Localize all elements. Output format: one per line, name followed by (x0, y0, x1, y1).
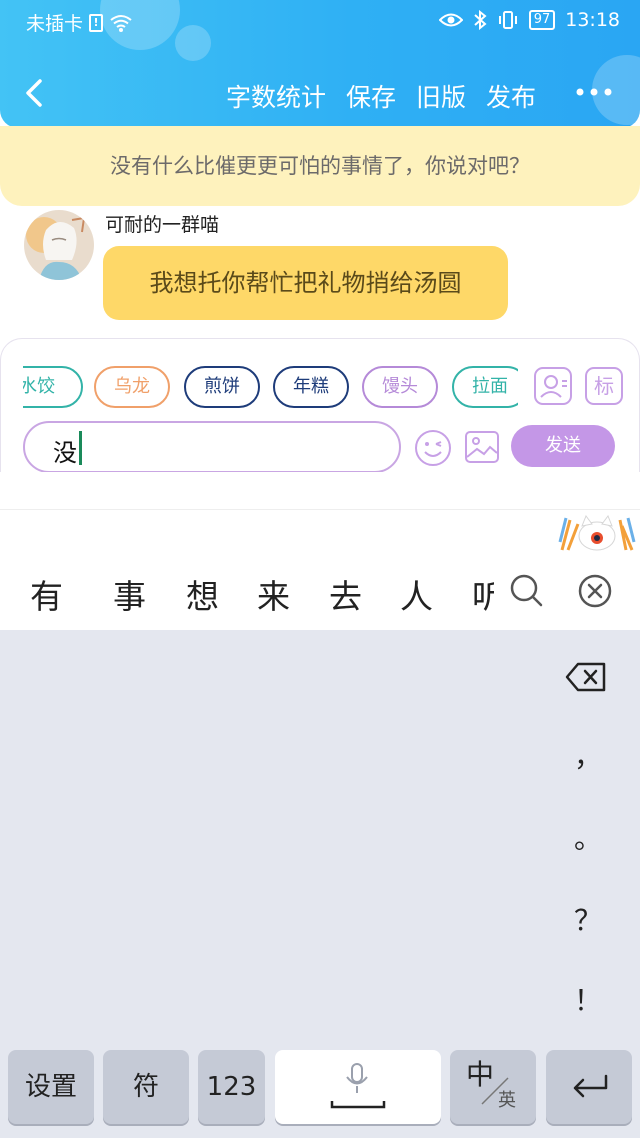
battery-icon: 97 (528, 10, 556, 30)
key-period[interactable]: 。 (538, 814, 638, 864)
candidate-overflow: 听 (472, 570, 494, 620)
old-version-button[interactable]: 旧版 (416, 78, 466, 114)
publish-button[interactable]: 发布 (486, 78, 536, 114)
enter-icon (573, 1074, 608, 1098)
input-value: 没 (53, 439, 77, 467)
quick-tag[interactable]: 馒头 (362, 366, 438, 408)
send-button[interactable]: 发送 (511, 425, 615, 467)
carrier-label: 未插卡 (26, 13, 84, 35)
quick-tag-list: 水饺 乌龙 煎饼 年糕 馒头 拉面 (23, 366, 518, 408)
message-bubble: 我想托你帮忙把礼物捎给汤圆 (103, 246, 508, 320)
eye-icon (438, 13, 463, 27)
vibrate-icon (498, 11, 517, 29)
avatar[interactable] (24, 210, 94, 280)
compose-panel: 水饺 乌龙 煎饼 年糕 馒头 拉面 标 没 发送 (0, 338, 640, 472)
language-switch-key[interactable]: 中 英 (450, 1050, 536, 1124)
wifi-icon (110, 14, 132, 32)
slash-divider (481, 1077, 509, 1105)
candidate-word[interactable]: 事 (113, 570, 146, 618)
status-bar: 未插卡 ! 97 13:18 (0, 0, 640, 44)
sim-alert-icon: ! (89, 13, 104, 32)
microphone-icon (346, 1063, 368, 1093)
quick-tag[interactable]: 乌龙 (94, 366, 170, 408)
search-icon[interactable] (508, 572, 544, 608)
notice-banner: 没有什么比催更更可怕的事情了，你说对吧？ (0, 126, 640, 206)
sender-name: 可耐的一群喵 (105, 214, 220, 236)
more-dots-icon[interactable] (574, 80, 614, 104)
quick-tag[interactable]: 拉面 (452, 366, 518, 408)
chevron-left-icon[interactable] (20, 78, 50, 108)
quick-tag[interactable]: 年糕 (273, 366, 349, 408)
image-icon[interactable] (464, 429, 500, 465)
space-bar-icon (330, 1101, 386, 1109)
quick-tag[interactable]: 水饺 (23, 366, 83, 408)
text-caret (79, 431, 82, 465)
ime-mascot-icon[interactable] (556, 512, 638, 554)
candidate-word[interactable]: 有 (30, 570, 63, 618)
compose-footer (0, 472, 640, 510)
candidate-word[interactable]: 想 (186, 570, 219, 618)
key-exclamation[interactable]: ！ (538, 976, 638, 1026)
numbers-key[interactable]: 123 (198, 1050, 265, 1124)
bluetooth-icon (474, 10, 487, 30)
candidate-word[interactable]: 人 (400, 570, 433, 618)
emoji-icon[interactable] (414, 429, 452, 467)
close-circle-icon[interactable] (578, 574, 612, 608)
message-input[interactable]: 没 (23, 421, 401, 472)
save-button[interactable]: 保存 (346, 78, 396, 114)
symbols-key[interactable]: 符 (103, 1050, 189, 1124)
quick-tag[interactable]: 煎饼 (184, 366, 260, 408)
settings-key[interactable]: 设置 (8, 1050, 94, 1124)
clock: 13:18 (565, 9, 620, 31)
candidate-word[interactable]: 去 (329, 570, 362, 618)
candidate-word[interactable]: 来 (257, 570, 290, 618)
key-comma[interactable]: ， (538, 732, 638, 782)
candidate-word[interactable]: 听 (472, 570, 494, 618)
word-count-button[interactable]: 字数统计 (226, 78, 326, 114)
key-question[interactable]: ？ (538, 896, 638, 946)
backspace-icon[interactable] (564, 660, 608, 694)
app-header: 未插卡 ! 97 13:18 字数统计 保存 旧版 发布 (0, 0, 640, 128)
person-card-icon[interactable] (534, 367, 572, 405)
enter-key[interactable] (546, 1050, 632, 1124)
nav-bar: 字数统计 保存 旧版 发布 (0, 68, 640, 118)
tag-label-button[interactable]: 标 (585, 367, 623, 405)
candidate-bar: 有 事 想 来 去 人 听 (0, 560, 640, 630)
